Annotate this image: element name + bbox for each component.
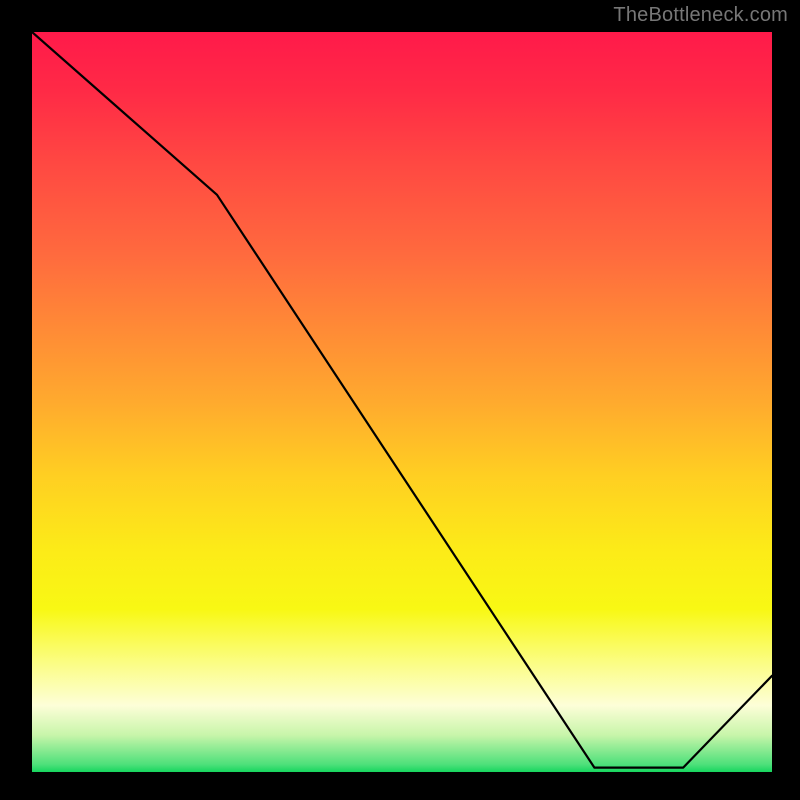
chart-line-layer	[32, 32, 772, 772]
chart-line	[32, 32, 772, 768]
chart-plot-area	[32, 32, 772, 772]
attribution-text: TheBottleneck.com	[613, 4, 788, 27]
